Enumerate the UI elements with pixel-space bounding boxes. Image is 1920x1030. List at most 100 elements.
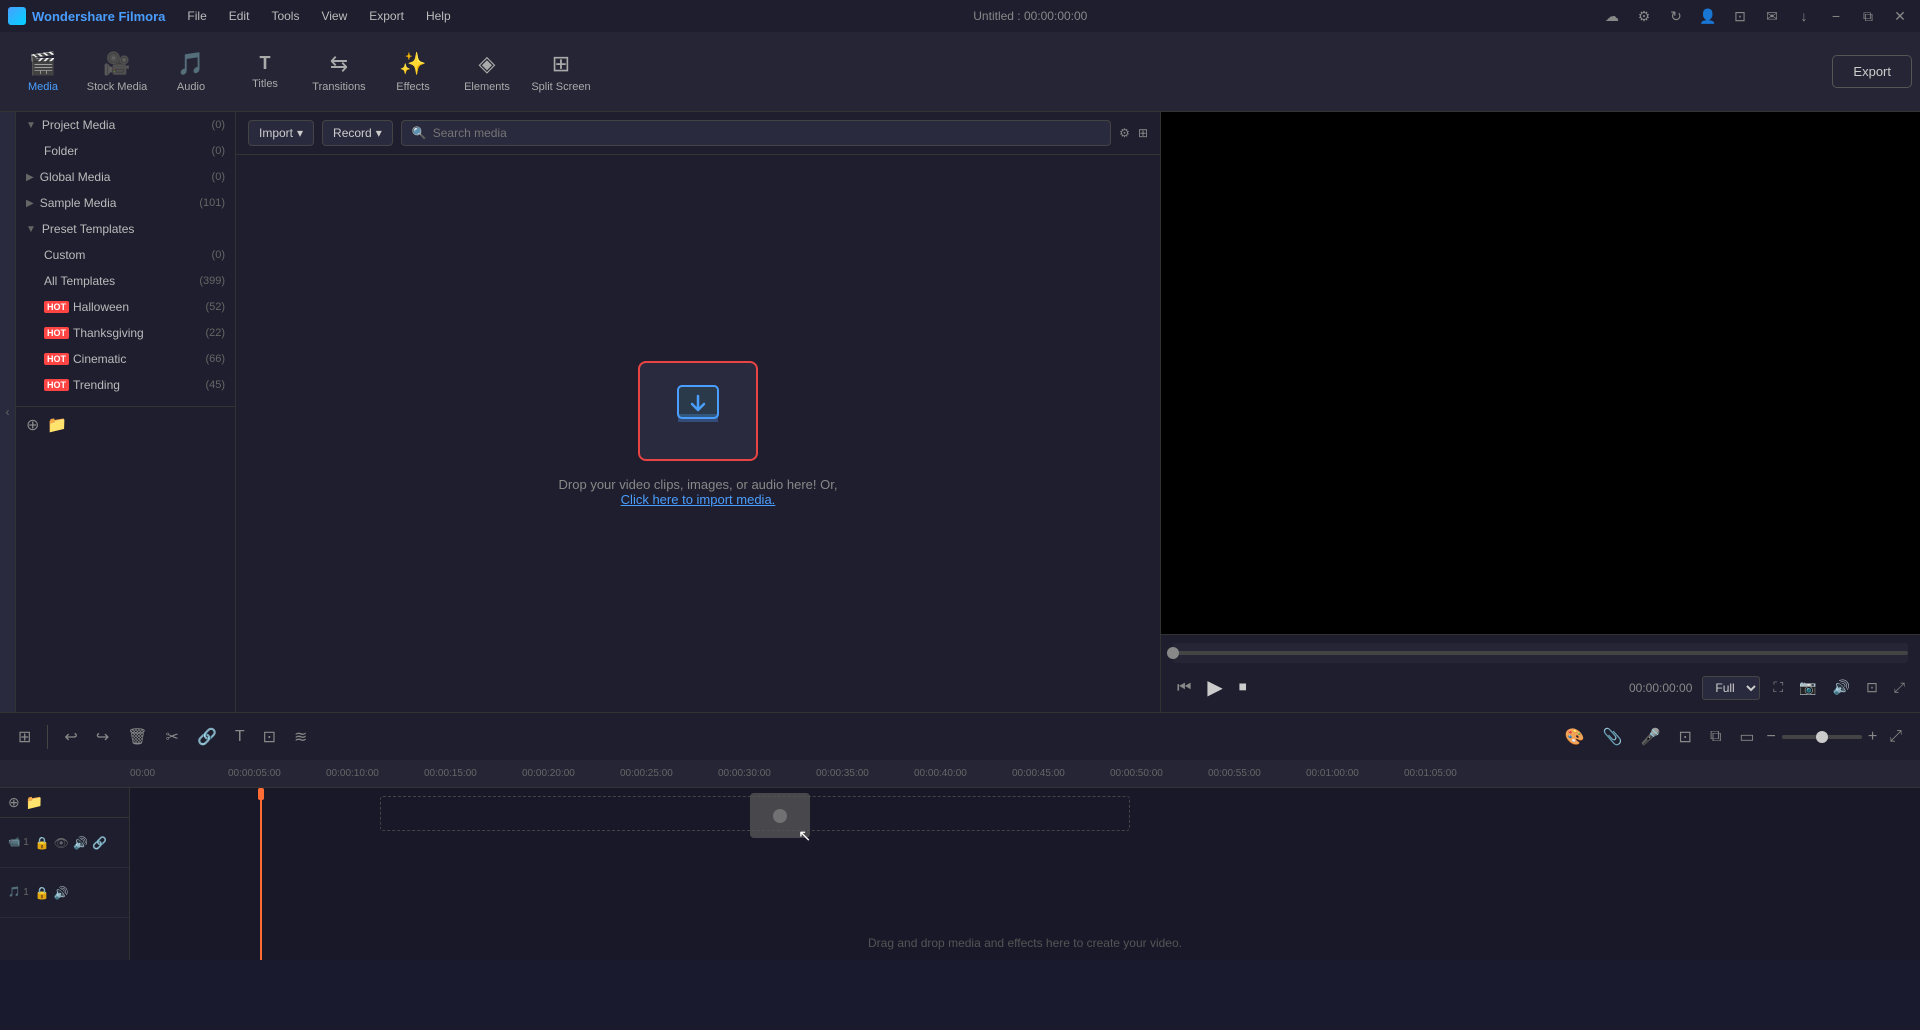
stop-button[interactable]: ⏹: [1235, 675, 1251, 701]
overlay-icon[interactable]: ⧉: [1704, 722, 1727, 752]
drop-box: [638, 361, 758, 461]
camera-icon[interactable]: 📷: [1796, 676, 1819, 699]
logo-icon: [8, 7, 26, 25]
record-button[interactable]: Record ▾: [322, 120, 393, 146]
volume-icon[interactable]: 🔊: [1830, 676, 1853, 699]
zoom-thumb[interactable]: [1816, 731, 1828, 743]
search-box: 🔍: [401, 120, 1111, 146]
expand-arrow-global: ▶: [26, 172, 34, 183]
play-pause-button[interactable]: ▶: [1203, 671, 1226, 704]
zoom-track[interactable]: [1782, 735, 1862, 739]
sidebar-item-custom[interactable]: Custom (0): [16, 242, 235, 268]
toolbar-titles[interactable]: T Titles: [230, 37, 300, 107]
expand-arrow-sample: ▶: [26, 198, 34, 209]
minimize-button[interactable]: −: [1824, 4, 1848, 28]
toolbar-transitions-label: Transitions: [312, 81, 365, 93]
redo-button[interactable]: ↪: [90, 721, 115, 753]
menu-edit[interactable]: Edit: [219, 7, 260, 25]
layout-icon[interactable]: ⊞: [12, 721, 37, 753]
sidebar-item-thanksgiving[interactable]: HOT Thanksgiving (22): [16, 320, 235, 346]
audio-waveform-button[interactable]: ≋: [288, 721, 313, 753]
filter-icon[interactable]: ⚙: [1119, 126, 1130, 140]
quality-select[interactable]: Full 1/2 1/4: [1702, 676, 1760, 700]
zoom-in-button[interactable]: +: [1868, 728, 1877, 746]
sidebar-item-folder[interactable]: Folder (0): [16, 138, 235, 164]
hot-badge-thanksgiving: HOT: [44, 327, 69, 339]
ruler-mark-4: 00:00:20:00: [522, 768, 620, 779]
expand-arrow-preset: ▼: [26, 224, 36, 235]
sidebar-item-trending[interactable]: HOT Trending (45): [16, 372, 235, 398]
maximize-button[interactable]: ⧉: [1856, 4, 1880, 28]
audio-track-lock-icon[interactable]: 🔒: [35, 886, 50, 900]
track-audio-icon[interactable]: 🔊: [73, 836, 88, 850]
add-track-folder-icon[interactable]: 📁: [26, 794, 43, 811]
export-button[interactable]: Export: [1832, 55, 1912, 88]
account-icon[interactable]: 👤: [1696, 4, 1720, 28]
settings-icon[interactable]: ⚙: [1632, 4, 1656, 28]
text-button[interactable]: T: [229, 722, 251, 752]
menu-help[interactable]: Help: [416, 7, 461, 25]
ruler-mark-2: 00:00:10:00: [326, 768, 424, 779]
audio-track-icon[interactable]: ⊡: [1673, 721, 1698, 753]
fullscreen-icon[interactable]: ⛶: [1770, 676, 1786, 699]
download-icon[interactable]: ↓: [1792, 4, 1816, 28]
sidebar-item-cinematic[interactable]: HOT Cinematic (66): [16, 346, 235, 372]
project-title: Untitled : 00:00:00:00: [973, 9, 1087, 23]
bookmark-icon[interactable]: ⊡: [1728, 4, 1752, 28]
media-panel: Import ▾ Record ▾ 🔍 ⚙ ⊞: [236, 112, 1160, 712]
preview-panel: ⏮ ▶ ⏹ 00:00:00:00 Full 1/2 1/4 ⛶ 📷 🔊 ⊡ ⤢: [1160, 112, 1920, 712]
sidebar-item-halloween[interactable]: HOT Halloween (52): [16, 294, 235, 320]
trim-button[interactable]: ⊡: [257, 721, 282, 753]
import-button[interactable]: Import ▾: [248, 120, 314, 146]
fit-icon[interactable]: ⤢: [1891, 676, 1908, 699]
search-input[interactable]: [433, 126, 1100, 140]
mic-icon[interactable]: 🎤: [1635, 721, 1667, 753]
toolbar-audio[interactable]: 🎵 Audio: [156, 37, 226, 107]
menu-tools[interactable]: Tools: [261, 7, 309, 25]
timeline-area: 00:00 00:00:05:00 00:00:10:00 00:00:15:0…: [0, 760, 1920, 960]
audio-track-mute-icon[interactable]: 🔊: [54, 886, 69, 900]
toolbar-effects[interactable]: ✨ Effects: [378, 37, 448, 107]
preview-timeline[interactable]: [1173, 643, 1908, 663]
sidebar-item-global-media[interactable]: ▶ Global Media (0): [16, 164, 235, 190]
subtitle-icon[interactable]: ▭: [1733, 721, 1760, 753]
menu-file[interactable]: File: [177, 7, 216, 25]
track-lock-icon[interactable]: 🔒: [35, 836, 50, 850]
add-media-icon[interactable]: ⊕: [26, 415, 39, 435]
expand-icon[interactable]: ⤢: [1883, 722, 1908, 752]
delete-button[interactable]: 🗑: [121, 721, 153, 753]
folder-icon[interactable]: 📁: [47, 415, 67, 435]
sidebar-item-preset-templates[interactable]: ▼ Preset Templates: [16, 216, 235, 242]
close-button[interactable]: ✕: [1888, 4, 1912, 28]
track-area[interactable]: ↖ Drag and drop media and effects here t…: [130, 788, 1920, 960]
collapse-handle[interactable]: ‹: [0, 112, 16, 712]
mail-icon[interactable]: ✉: [1760, 4, 1784, 28]
sidebar-item-project-media[interactable]: ▼ Project Media (0): [16, 112, 235, 138]
grid-view-icon[interactable]: ⊞: [1138, 126, 1148, 140]
sync-icon[interactable]: ↻: [1664, 4, 1688, 28]
toolbar-elements[interactable]: ◈ Elements: [452, 37, 522, 107]
drop-icon: [674, 382, 722, 439]
sidebar-halloween-count: (52): [205, 301, 225, 313]
cut-button[interactable]: ✂: [160, 721, 185, 753]
track-eye-icon[interactable]: 👁: [54, 836, 69, 850]
pip-icon[interactable]: ⊡: [1863, 676, 1881, 699]
toolbar-stock-media[interactable]: 🎥 Stock Media: [82, 37, 152, 107]
toolbar-media[interactable]: 🎬 Media: [8, 37, 78, 107]
rewind-button[interactable]: ⏮: [1173, 675, 1195, 701]
drop-link[interactable]: Click here to import media.: [621, 492, 776, 507]
menu-view[interactable]: View: [311, 7, 357, 25]
clip-icon[interactable]: 📎: [1597, 721, 1629, 753]
sidebar-item-sample-media[interactable]: ▶ Sample Media (101): [16, 190, 235, 216]
cloud-icon[interactable]: ☁: [1600, 4, 1624, 28]
sidebar-item-all-templates[interactable]: All Templates (399): [16, 268, 235, 294]
toolbar-transitions[interactable]: ⇆ Transitions: [304, 37, 374, 107]
zoom-out-button[interactable]: −: [1767, 728, 1776, 746]
menu-export[interactable]: Export: [359, 7, 414, 25]
add-track-icon[interactable]: ⊕: [8, 794, 20, 811]
track-link-icon[interactable]: 🔗: [92, 836, 107, 850]
link-button[interactable]: 🔗: [191, 721, 223, 753]
color-grade-icon[interactable]: 🎨: [1559, 721, 1591, 753]
undo-button[interactable]: ↩: [58, 721, 83, 753]
toolbar-split-screen[interactable]: ⊞ Split Screen: [526, 37, 596, 107]
